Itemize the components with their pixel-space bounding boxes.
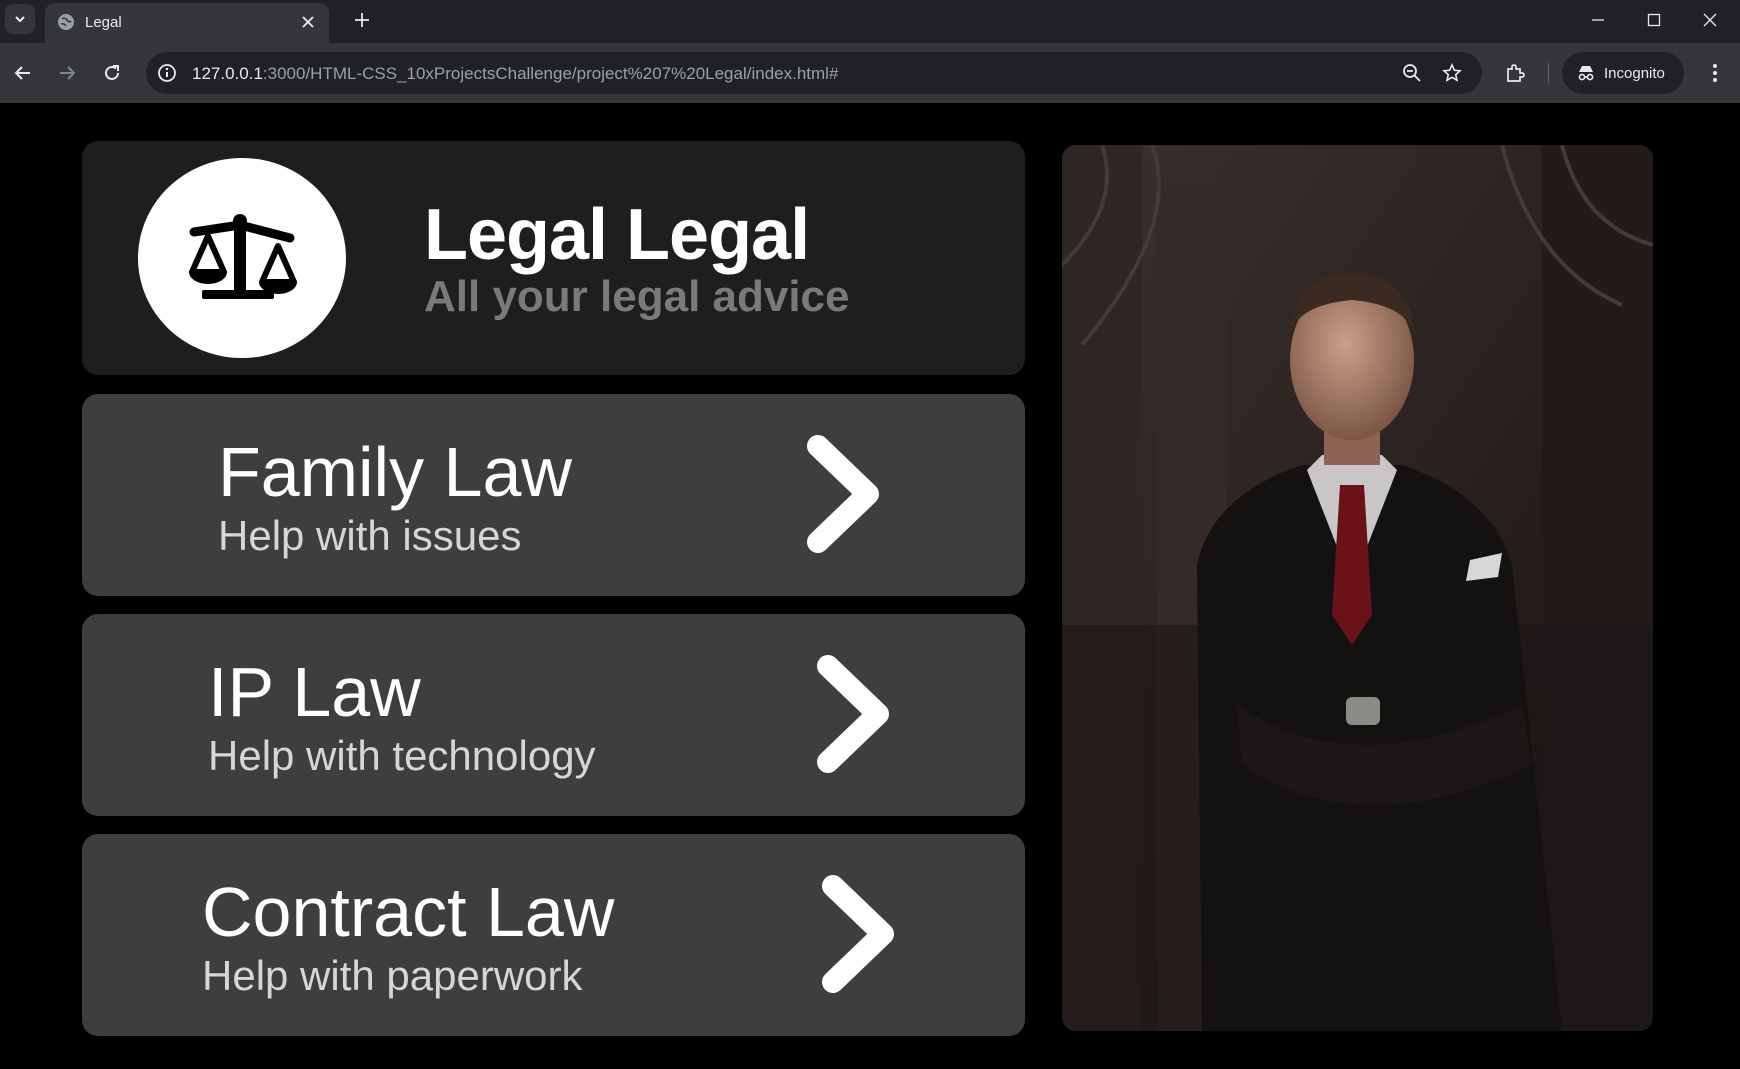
plus-icon xyxy=(355,13,369,27)
toolbar-separator xyxy=(1548,63,1549,83)
reload-button[interactable] xyxy=(97,58,127,88)
incognito-profile-button[interactable]: Incognito xyxy=(1562,52,1684,94)
close-window-button[interactable] xyxy=(1682,0,1738,40)
browser-toolbar: 127.0.0.1:3000/HTML-CSS_10xProjectsChall… xyxy=(0,43,1740,103)
service-card-family-law[interactable]: Family Law Help with issues xyxy=(82,394,1025,596)
hero-card: Legal Legal All your legal advice xyxy=(82,141,1025,375)
address-bar[interactable]: 127.0.0.1:3000/HTML-CSS_10xProjectsChall… xyxy=(146,52,1482,94)
zoom-out-icon xyxy=(1403,64,1421,82)
arrow-right-icon xyxy=(60,66,76,80)
brand-title: Legal Legal xyxy=(424,195,810,275)
incognito-icon xyxy=(1578,66,1594,81)
service-title: Family Law xyxy=(218,433,572,511)
browser-tab-strip: Legal xyxy=(0,0,1740,43)
tab-title: Legal xyxy=(85,14,122,31)
tab-search-button[interactable] xyxy=(5,4,35,34)
incognito-label: Incognito xyxy=(1604,64,1665,82)
service-subtitle: Help with paperwork xyxy=(202,952,583,999)
close-icon xyxy=(302,16,314,28)
arrow-left-icon xyxy=(14,66,30,80)
star-icon xyxy=(1442,63,1462,82)
service-title: Contract Law xyxy=(202,873,615,951)
service-subtitle: Help with technology xyxy=(208,732,596,779)
browser-menu-button[interactable] xyxy=(1700,58,1730,88)
scales-of-justice-icon xyxy=(189,214,297,299)
page-viewport: Legal Legal All your legal advice Family… xyxy=(0,103,1740,1069)
more-vertical-icon xyxy=(1713,64,1717,82)
minimize-icon xyxy=(1592,19,1604,21)
back-button[interactable] xyxy=(8,58,38,88)
service-title: IP Law xyxy=(208,653,421,731)
minimize-button[interactable] xyxy=(1570,0,1626,40)
zoom-button[interactable] xyxy=(1398,60,1426,86)
maximize-icon xyxy=(1647,13,1661,27)
chevron-right-icon[interactable] xyxy=(804,432,884,556)
logo xyxy=(138,158,346,358)
globe-icon xyxy=(58,14,74,30)
active-tab[interactable]: Legal xyxy=(45,3,329,43)
service-card-ip-law[interactable]: IP Law Help with technology xyxy=(82,614,1025,816)
url-text: 127.0.0.1:3000/HTML-CSS_10xProjectsChall… xyxy=(192,64,838,84)
service-card-contract-law[interactable]: Contract Law Help with paperwork xyxy=(82,834,1025,1036)
bookmark-button[interactable] xyxy=(1438,60,1466,86)
site-info-button[interactable] xyxy=(154,60,180,86)
portrait-illustration xyxy=(1062,145,1653,1031)
url-path: :3000/HTML-CSS_10xProjectsChallenge/proj… xyxy=(262,64,839,83)
chevron-right-icon[interactable] xyxy=(819,872,899,996)
brand-tagline: All your legal advice xyxy=(424,272,850,321)
puzzle-icon xyxy=(1507,64,1525,82)
info-icon xyxy=(158,64,176,82)
tab-close-button[interactable] xyxy=(297,11,319,33)
forward-button[interactable] xyxy=(52,58,82,88)
close-icon xyxy=(1703,13,1717,27)
lawyer-portrait-image xyxy=(1062,145,1653,1031)
chevron-down-icon xyxy=(15,16,25,23)
maximize-button[interactable] xyxy=(1626,0,1682,40)
chevron-right-icon[interactable] xyxy=(814,652,894,776)
extensions-button[interactable] xyxy=(1500,58,1530,88)
url-host: 127.0.0.1 xyxy=(192,64,263,83)
service-subtitle: Help with issues xyxy=(218,512,522,559)
reload-icon xyxy=(105,65,119,80)
new-tab-button[interactable] xyxy=(348,6,376,34)
